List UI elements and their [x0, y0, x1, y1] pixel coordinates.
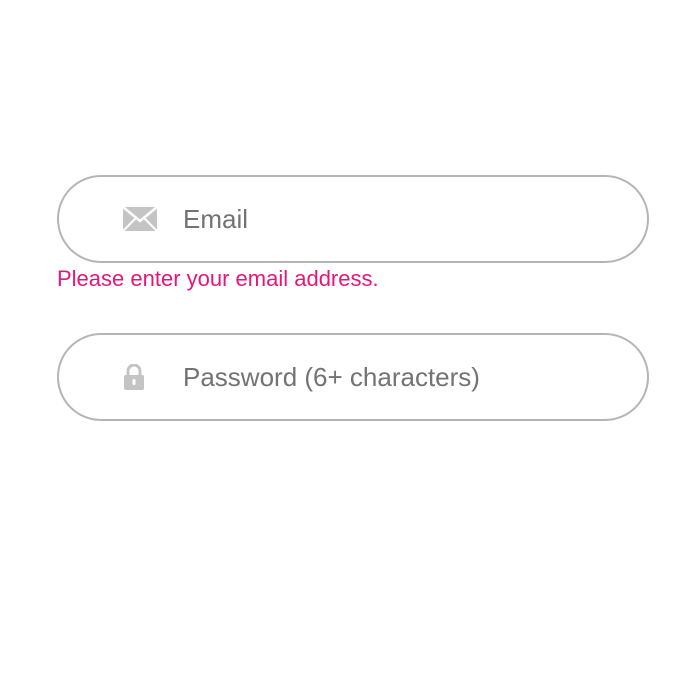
- envelope-icon: [123, 207, 157, 231]
- login-form: Please enter your email address.: [0, 0, 700, 700]
- email-error-message: Please enter your email address.: [57, 266, 379, 291]
- email-input[interactable]: [183, 177, 617, 261]
- password-input[interactable]: [183, 335, 617, 419]
- password-field[interactable]: [57, 333, 649, 421]
- email-field[interactable]: [57, 175, 649, 263]
- lock-icon: [123, 364, 145, 390]
